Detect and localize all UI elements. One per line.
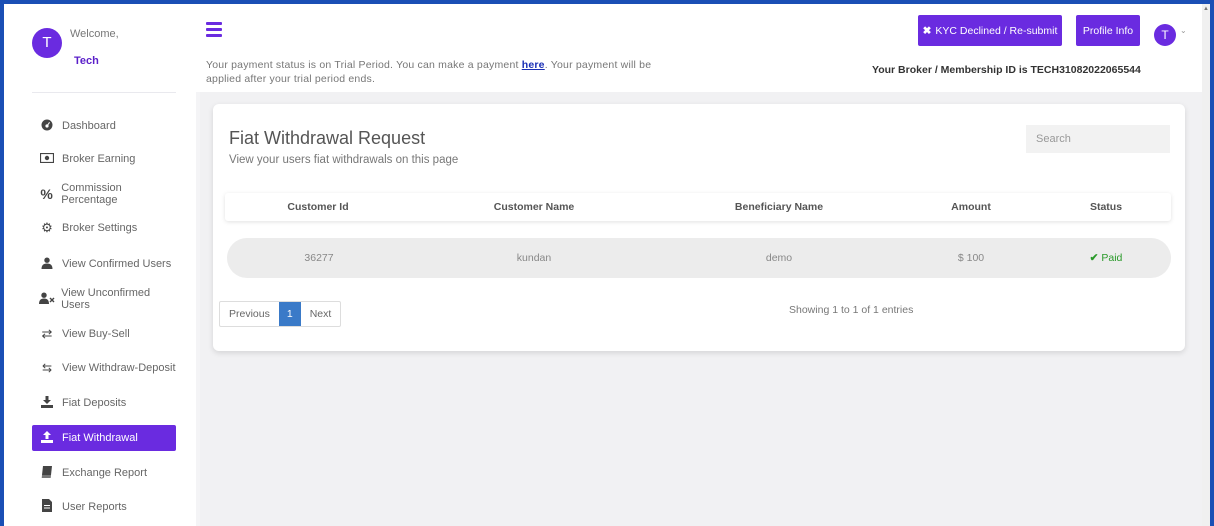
cell-beneficiary-name: demo (765, 252, 793, 264)
pagination: Previous 1 Next (219, 301, 342, 327)
page-1-button[interactable]: 1 (278, 302, 301, 326)
sidebar-item-label: Commission Percentage (61, 182, 122, 206)
withdrawal-card: Fiat Withdrawal Request View your users … (213, 104, 1185, 351)
close-icon: ✖ (922, 24, 932, 37)
avatar[interactable]: T (32, 28, 62, 58)
sidebar-item-label: Broker Earning (62, 153, 136, 165)
page-scrollbar[interactable]: ▲ (1202, 4, 1210, 526)
sidebar-item-label: View Buy-Sell (62, 328, 130, 340)
sidebar-item-view-buy-sell[interactable]: ⇄ View Buy-Sell (32, 321, 176, 347)
gear-icon: ⚙ (41, 220, 53, 235)
cell-customer-name: kundan (516, 252, 552, 264)
chevron-down-icon[interactable]: ⌄ (1180, 26, 1187, 35)
sidebar-item-label: Fiat Deposits (62, 397, 127, 409)
status-badge: ✔ Paid (1041, 238, 1171, 278)
column-customer-name[interactable]: Customer Name (411, 193, 657, 221)
kyc-button-label: KYC Declined / Re-submit (935, 24, 1058, 37)
page-title: Fiat Withdrawal Request (229, 128, 426, 148)
scroll-up-icon[interactable]: ▲ (1203, 6, 1209, 12)
exchange-icon: ⇄ (41, 326, 53, 341)
sidebar-item-exchange-report[interactable]: Exchange Report (32, 460, 176, 486)
column-beneficiary-name[interactable]: Beneficiary Name (657, 193, 901, 221)
sidebar-item-fiat-deposits[interactable]: Fiat Deposits (32, 390, 176, 416)
sidebar-item-broker-settings[interactable]: ⚙ Broker Settings (32, 215, 176, 241)
broker-membership-id: Your Broker / Membership ID is TECH31082… (872, 64, 1141, 76)
divider (32, 92, 176, 93)
file-icon (38, 499, 56, 515)
sidebar-item-dashboard[interactable]: Dashboard (32, 113, 176, 139)
column-status[interactable]: Status (1041, 193, 1171, 221)
cell-amount: $ 100 (957, 252, 985, 264)
page-subtitle: View your users fiat withdrawals on this… (229, 154, 459, 166)
search-input[interactable] (1026, 125, 1170, 153)
sidebar-item-label: Dashboard (62, 120, 116, 132)
sidebar-item-label: Fiat Withdrawal (62, 432, 138, 444)
payment-link[interactable]: here (522, 59, 545, 71)
transfer-icon: ⇆ (41, 361, 53, 375)
sidebar-item-view-withdraw-deposit[interactable]: ⇆ View Withdraw-Deposit (32, 355, 176, 381)
entries-info: Showing 1 to 1 of 1 entries (789, 304, 914, 316)
table-row[interactable]: 36277 kundan demo $ 100 ✔ Paid (227, 238, 1171, 278)
sidebar-item-view-unconfirmed-users[interactable]: View Unconfirmed Users (32, 286, 176, 312)
sidebar-item-label: View Confirmed Users (62, 258, 172, 270)
sidebar-profile: T Welcome, Tech (4, 4, 196, 104)
check-icon: ✔ (1089, 252, 1099, 264)
sidebar-item-broker-earning[interactable]: Broker Earning (32, 146, 176, 172)
sidebar-item-view-confirmed-users[interactable]: View Confirmed Users (32, 251, 176, 277)
menu-icon[interactable] (206, 22, 222, 37)
kyc-resubmit-button[interactable]: ✖ KYC Declined / Re-submit (918, 15, 1062, 46)
trial-notice: Your payment status is on Trial Period. … (206, 58, 676, 86)
profile-info-button[interactable]: Profile Info (1076, 15, 1140, 46)
table-header: Customer Id Customer Name Beneficiary Na… (225, 193, 1171, 221)
sidebar-item-user-reports[interactable]: User Reports (32, 494, 176, 520)
sidebar-item-label: User Reports (62, 501, 127, 513)
sidebar-item-label: View Withdraw-Deposit (62, 362, 176, 374)
cell-customer-id: 36277 (304, 252, 334, 264)
sidebar-item-fiat-withdrawal[interactable]: Fiat Withdrawal (32, 425, 176, 451)
sidebar-item-commission-percentage[interactable]: % Commission Percentage (32, 181, 176, 207)
status-label: Paid (1101, 252, 1123, 264)
sidebar: T Welcome, Tech Dashboard Broker Earning… (4, 4, 200, 526)
column-customer-id[interactable]: Customer Id (225, 193, 411, 221)
money-icon (38, 152, 56, 166)
sidebar-item-label: Exchange Report (62, 467, 147, 479)
percent-icon: % (40, 186, 53, 202)
upload-icon (38, 430, 56, 446)
previous-page-button[interactable]: Previous (220, 302, 279, 326)
book-icon (38, 465, 56, 481)
username: Tech (74, 55, 99, 67)
trial-text-before: Your payment status is on Trial Period. … (206, 59, 522, 71)
download-icon (38, 395, 56, 411)
welcome-text: Welcome, (70, 28, 119, 40)
sidebar-item-label: Broker Settings (62, 222, 138, 234)
next-page-button[interactable]: Next (301, 302, 341, 326)
dashboard-icon (38, 119, 56, 134)
sidebar-item-label: View Unconfirmed Users (61, 287, 151, 311)
header: Your payment status is on Trial Period. … (196, 4, 1202, 92)
column-amount[interactable]: Amount (901, 193, 1041, 221)
user-x-icon (38, 292, 55, 307)
user-icon (38, 257, 56, 272)
user-menu-avatar[interactable]: T (1154, 24, 1176, 46)
